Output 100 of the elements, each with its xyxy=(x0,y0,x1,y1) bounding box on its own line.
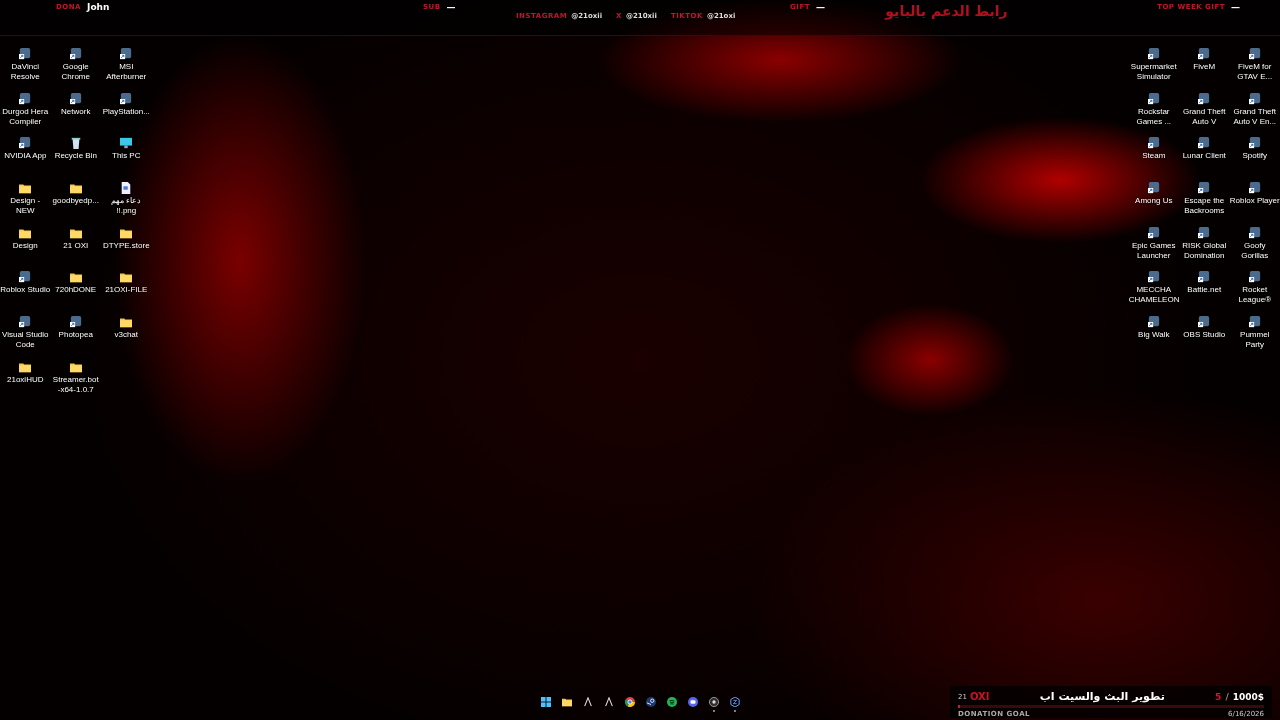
desktop-shortcut[interactable]: Design - NEW xyxy=(0,182,51,227)
app-shortcut-icon xyxy=(19,316,32,329)
desktop-shortcut[interactable]: goodbyedp... xyxy=(50,182,101,227)
desktop-shortcut[interactable]: Grand Theft Auto V En... xyxy=(1229,92,1280,138)
desktop-shortcut[interactable]: 21oxiHUD xyxy=(0,360,51,406)
amount-separator: / xyxy=(1225,691,1229,702)
shortcut-label: DTYPE.store xyxy=(101,240,151,251)
app-shortcut-icon xyxy=(1248,137,1261,150)
shortcut-label: Steam xyxy=(1141,151,1167,162)
app-shortcut-icon xyxy=(1198,271,1211,284)
shortcut-label: Durgod Hera Compiler xyxy=(1,106,50,127)
shortcut-label: Design - NEW xyxy=(9,196,42,217)
desktop-shortcut[interactable]: Lunar Client xyxy=(1179,137,1230,183)
desktop-shortcut[interactable]: 720hDONE xyxy=(50,271,101,317)
shortcut-label: Epic Games Launcher xyxy=(1130,240,1177,261)
desktop-shortcut[interactable]: PlayStation... xyxy=(101,92,152,138)
desktop-shortcut[interactable]: Goofy Gorillas xyxy=(1229,226,1280,272)
shortcut-label: Pummel Party xyxy=(1239,330,1271,351)
shortcut-label: DaVinci Resolve xyxy=(9,62,41,82)
app-icon[interactable] xyxy=(729,697,740,707)
desktop-shortcut[interactable]: Big Walk xyxy=(1128,316,1179,361)
support-link-text: رابط الدعم بالبايو xyxy=(885,3,1008,19)
app-shortcut-icon xyxy=(120,48,133,60)
shortcut-label: Grand Theft Auto V En... xyxy=(1232,106,1278,127)
desktop-shortcut[interactable]: MSI Afterburner xyxy=(101,48,152,93)
shortcut-label: RISK Global Domination xyxy=(1181,240,1228,261)
desktop-shortcut[interactable]: MECCHA CHAMELEON xyxy=(1128,271,1179,317)
desktop-shortcut[interactable]: v3chat xyxy=(101,316,152,361)
desktop-shortcut[interactable]: FiveM for GTAV E... xyxy=(1229,48,1280,93)
shortcut-label: Google Chrome xyxy=(60,62,91,82)
chevron-up-icon[interactable] xyxy=(603,697,614,707)
browser-icon[interactable] xyxy=(624,697,635,707)
desktop-shortcut[interactable]: Grand Theft Auto V xyxy=(1179,92,1230,138)
record-icon[interactable] xyxy=(708,697,719,707)
target-amount: 1000$ xyxy=(1232,691,1264,702)
shortcut-label: Visual Studio Code xyxy=(0,330,50,351)
desktop-shortcut[interactable]: Photopea xyxy=(50,316,101,361)
shortcut-label: PlayStation... xyxy=(101,106,151,117)
desktop-shortcut[interactable]: Durgod Hera Compiler xyxy=(0,92,51,138)
start-icon[interactable] xyxy=(540,697,551,707)
shortcut-label: Rockstar Games ... xyxy=(1135,106,1173,127)
shortcut-label: Grand Theft Auto V xyxy=(1181,106,1227,127)
app-shortcut-icon xyxy=(1147,92,1160,105)
desktop-shortcut[interactable]: Visual Studio Code xyxy=(0,316,51,361)
desktop-shortcut[interactable]: 21 OXI xyxy=(50,226,101,272)
app-shortcut-icon xyxy=(19,48,32,60)
desktop-shortcut[interactable]: Battle.net xyxy=(1179,271,1230,317)
desktop-shortcut[interactable]: This PC xyxy=(101,137,152,183)
desktop-shortcut[interactable]: NVIDIA App xyxy=(0,137,51,183)
chat-icon[interactable] xyxy=(687,697,698,707)
desktop-shortcut[interactable]: Roblox Player xyxy=(1229,182,1280,227)
shortcut-label: Recycle Bin xyxy=(53,151,98,162)
shortcut-label: Rocket League® xyxy=(1237,285,1273,306)
app-shortcut-icon xyxy=(1248,226,1261,239)
app-shortcut-icon xyxy=(1248,48,1261,60)
steam-icon[interactable] xyxy=(645,697,656,707)
desktop-shortcut[interactable]: Google Chrome xyxy=(50,48,101,93)
shortcut-label: Lunar Client xyxy=(1181,151,1227,162)
desktop-shortcut[interactable]: Roblox Studio xyxy=(0,271,51,317)
shortcut-label: This PC xyxy=(111,151,142,162)
document-icon xyxy=(120,182,133,195)
desktop-shortcut[interactable]: Spotify xyxy=(1229,137,1280,183)
app-shortcut-icon xyxy=(69,48,82,60)
shortcut-label: Spotify xyxy=(1241,151,1268,162)
desktop-shortcut[interactable]: RISK Global Domination xyxy=(1179,226,1230,272)
desktop-shortcut[interactable]: Network xyxy=(50,92,101,138)
stat-value: John xyxy=(87,2,110,12)
desktop-shortcut[interactable]: Recycle Bin xyxy=(50,137,101,183)
app-shortcut-icon xyxy=(1248,182,1261,195)
desktop-shortcut[interactable]: Pummel Party xyxy=(1229,316,1280,361)
desktop-shortcut[interactable]: Escape the Backrooms xyxy=(1179,182,1230,227)
channel-name: OXI xyxy=(969,691,990,702)
desktop-shortcut[interactable]: Steam xyxy=(1128,137,1179,183)
desktop-shortcut[interactable]: DTYPE.store xyxy=(101,226,152,272)
app-shortcut-icon xyxy=(1248,316,1261,329)
desktop-shortcut[interactable]: OBS Studio xyxy=(1179,316,1230,361)
shortcut-label: Network xyxy=(60,106,92,117)
folder-icon[interactable] xyxy=(561,697,572,707)
desktop-shortcut[interactable]: Streamer.bot -x64-1.0.7 xyxy=(50,360,101,406)
music-icon[interactable] xyxy=(666,697,677,707)
desktop-shortcut[interactable]: Rocket League® xyxy=(1229,271,1280,317)
desktop-shortcut[interactable]: FiveM xyxy=(1179,48,1230,93)
desktop-shortcut[interactable]: DaVinci Resolve xyxy=(0,48,51,93)
app-shortcut-icon xyxy=(1147,137,1160,150)
shortcut-label: NVIDIA App xyxy=(3,151,48,162)
desktop-shortcut[interactable]: Supermarket Simulator xyxy=(1128,48,1179,93)
desktop-shortcut[interactable]: دعاء مهم !!.png xyxy=(101,182,152,227)
shortcut-label: v3chat xyxy=(113,330,140,341)
shortcut-label: goodbyedp... xyxy=(51,196,100,207)
desktop-shortcut[interactable]: Epic Games Launcher xyxy=(1128,226,1179,272)
chevron-up-icon[interactable] xyxy=(582,697,593,707)
app-shortcut-icon xyxy=(1248,92,1261,105)
shortcut-label: 21 OXI xyxy=(62,240,90,251)
desktop-shortcut[interactable]: 21OXI-FILE xyxy=(101,271,152,317)
shortcut-label: Among Us xyxy=(1134,196,1174,207)
app-shortcut-icon xyxy=(1198,226,1211,239)
desktop-shortcut[interactable]: Rockstar Games ... xyxy=(1128,92,1179,138)
folder-icon xyxy=(69,271,82,284)
desktop-shortcut[interactable]: Among Us xyxy=(1128,182,1179,227)
desktop-shortcut[interactable]: Design xyxy=(0,226,51,272)
